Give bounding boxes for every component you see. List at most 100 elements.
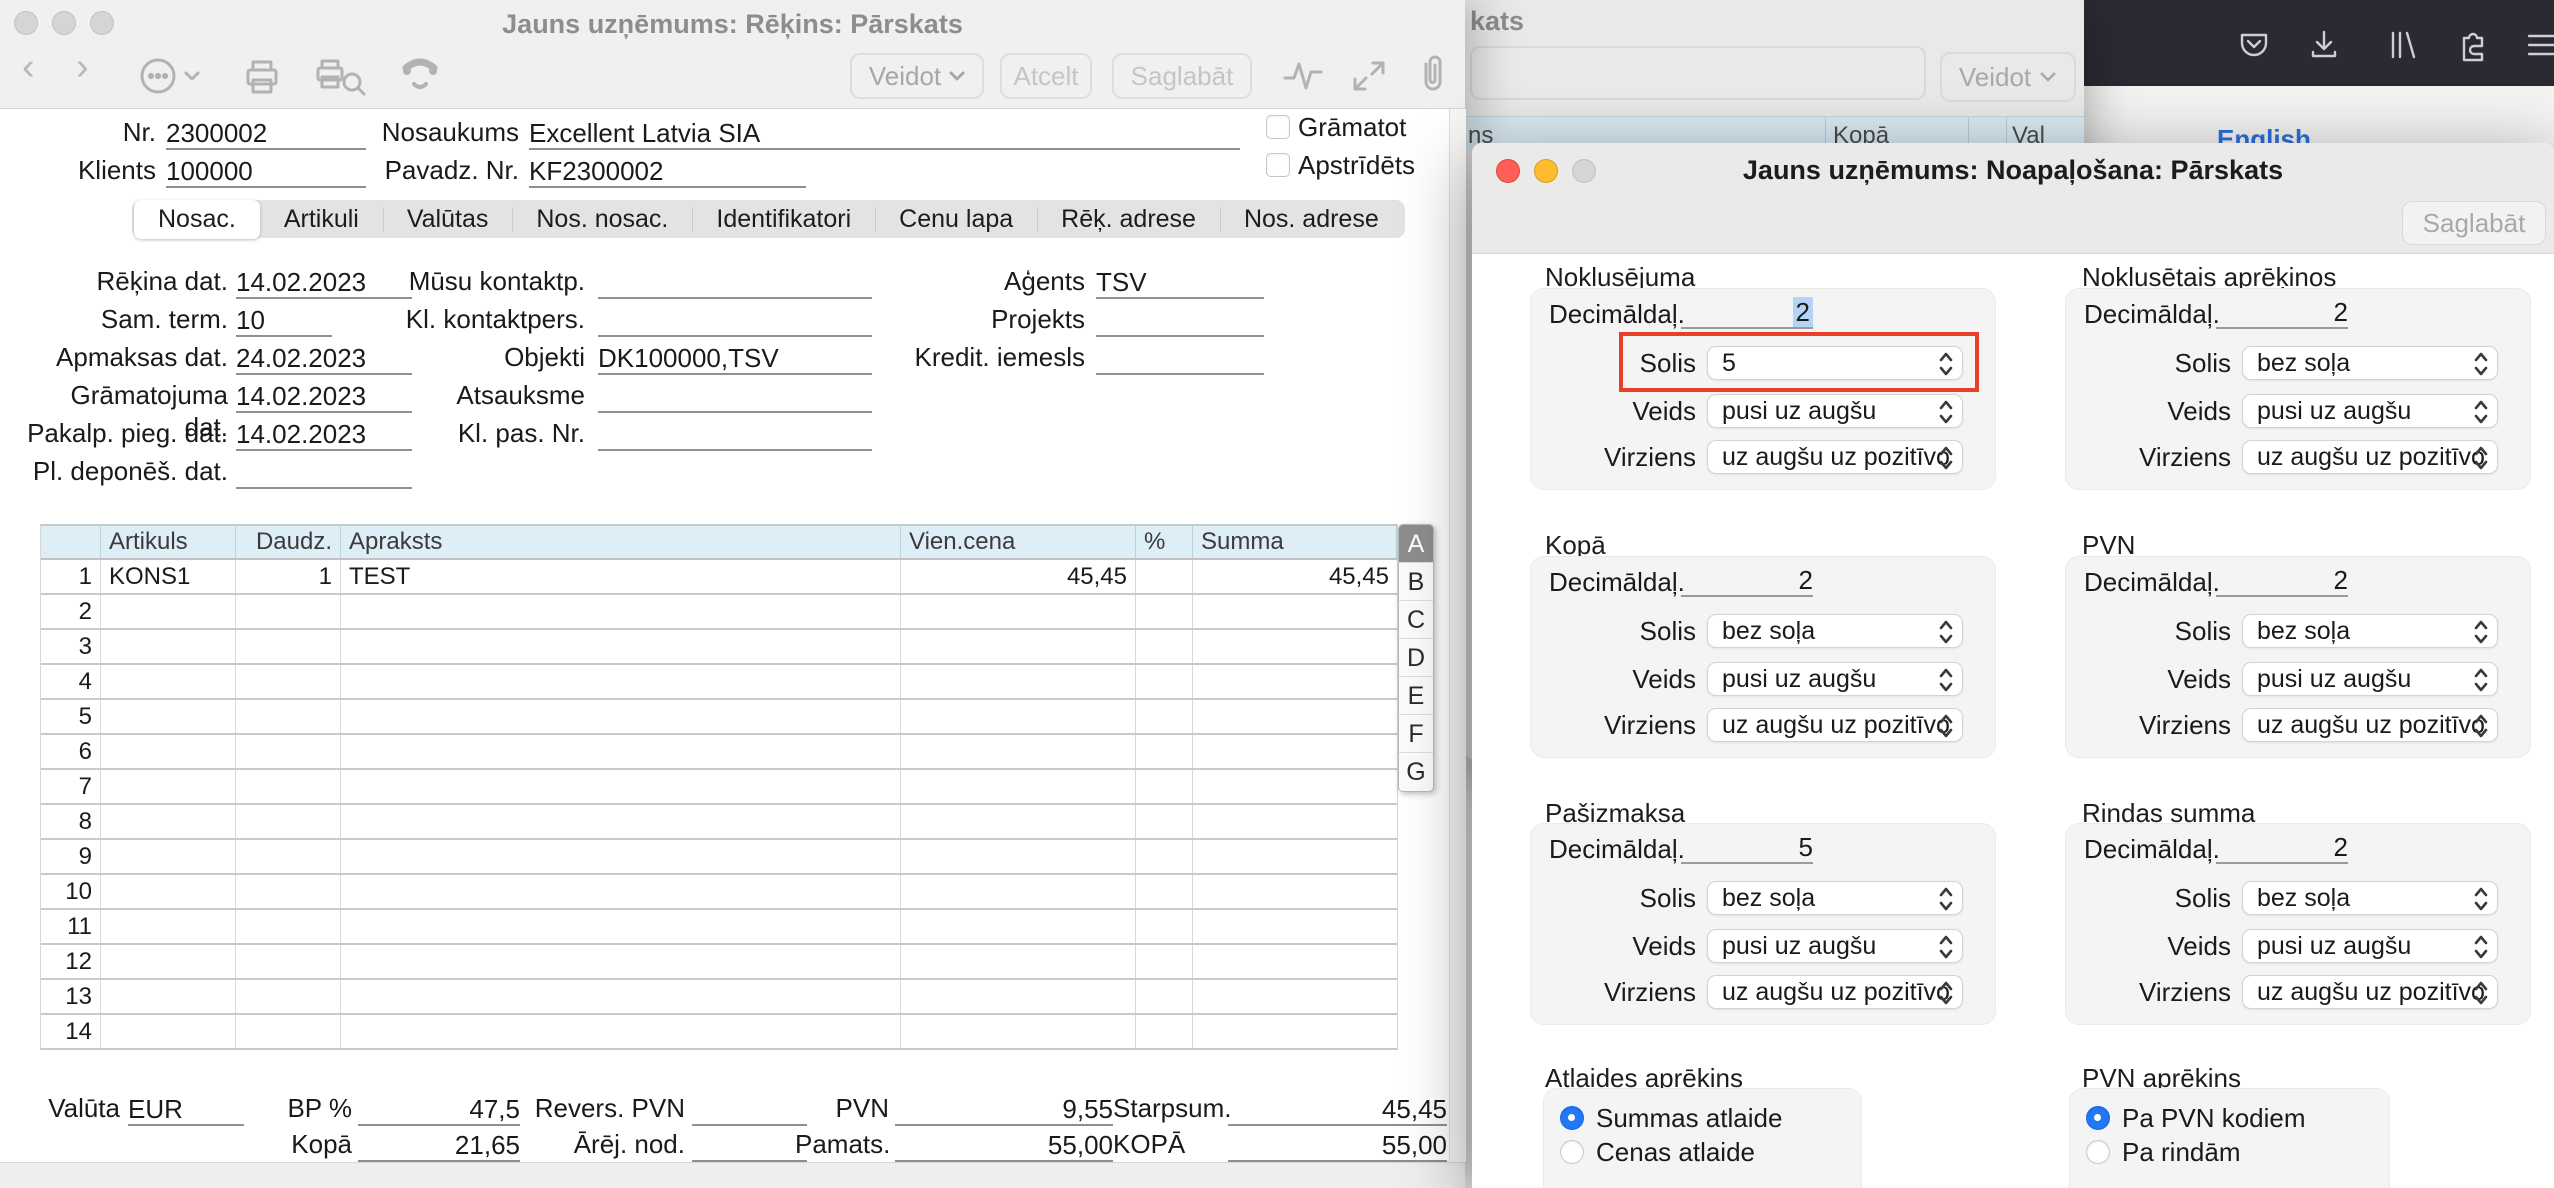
table-cell[interactable]	[341, 630, 901, 663]
table-cell[interactable]	[901, 700, 1136, 733]
table-cell[interactable]	[236, 1015, 341, 1048]
table-row[interactable]: 12	[41, 945, 1397, 980]
table-cell[interactable]	[101, 1015, 236, 1048]
table-cell[interactable]: TEST	[341, 560, 901, 593]
column-header[interactable]: Vien.cena	[901, 526, 1136, 558]
pl-depones-dat-input[interactable]	[236, 455, 412, 489]
decimals-input[interactable]: 2	[1681, 563, 1813, 597]
table-cell[interactable]: 5	[41, 700, 101, 733]
klients-input[interactable]: 100000	[166, 154, 366, 188]
tab-identifikatori[interactable]: Identifikatori	[692, 200, 875, 239]
table-cell[interactable]	[101, 945, 236, 978]
table-cell[interactable]	[1136, 595, 1193, 628]
table-cell[interactable]	[236, 910, 341, 943]
table-cell[interactable]	[1193, 700, 1397, 733]
direction-select[interactable]: uz augšu uz pozitīvo	[2242, 975, 2498, 1009]
table-cell[interactable]	[341, 980, 901, 1013]
table-cell[interactable]: 12	[41, 945, 101, 978]
veidot-button[interactable]: Veidot	[850, 53, 984, 99]
atsauksme-input[interactable]	[598, 379, 872, 413]
table-cell[interactable]	[1136, 770, 1193, 803]
table-cell[interactable]	[101, 805, 236, 838]
table-cell[interactable]: KONS1	[101, 560, 236, 593]
table-cell[interactable]	[341, 945, 901, 978]
table-cell[interactable]	[1193, 805, 1397, 838]
table-cell[interactable]	[101, 770, 236, 803]
table-cell[interactable]: 4	[41, 665, 101, 698]
step-select[interactable]: bez soļa	[2242, 614, 2498, 648]
musu-kontaktp-input[interactable]	[598, 265, 872, 299]
step-select[interactable]: bez soļa	[1707, 614, 1963, 648]
table-cell[interactable]: 8	[41, 805, 101, 838]
table-cell[interactable]	[1193, 980, 1397, 1013]
kl-pas-nr-input[interactable]	[598, 417, 872, 451]
table-cell[interactable]	[236, 980, 341, 1013]
type-select[interactable]: pusi uz augšu	[1707, 929, 1963, 963]
table-row[interactable]: 7	[41, 770, 1397, 805]
table-cell[interactable]	[101, 910, 236, 943]
table-cell[interactable]	[341, 875, 901, 908]
table-cell[interactable]	[901, 980, 1136, 1013]
table-cell[interactable]	[901, 840, 1136, 873]
table-cell[interactable]	[901, 1015, 1136, 1048]
table-cell[interactable]	[101, 665, 236, 698]
table-row[interactable]: 11	[41, 910, 1397, 945]
step-select[interactable]: bez soļa	[1707, 881, 1963, 915]
radio-unselected-icon[interactable]	[1560, 1140, 1584, 1164]
atcelt-button[interactable]: Atcelt	[1000, 53, 1092, 99]
table-cell[interactable]	[901, 595, 1136, 628]
column-header[interactable]: Summa	[1193, 526, 1397, 558]
activity-icon[interactable]	[1282, 56, 1324, 96]
table-cell[interactable]	[341, 700, 901, 733]
table-cell[interactable]: 10	[41, 875, 101, 908]
column-header[interactable]	[41, 526, 101, 558]
menu-icon[interactable]	[2525, 28, 2554, 62]
table-cell[interactable]	[341, 595, 901, 628]
radio-unselected-icon[interactable]	[2086, 1140, 2110, 1164]
table-cell[interactable]: 9	[41, 840, 101, 873]
table-cell[interactable]	[1193, 735, 1397, 768]
table-cell[interactable]	[901, 735, 1136, 768]
phone-icon[interactable]	[398, 54, 442, 98]
decimals-input[interactable]: 2	[2216, 830, 2348, 864]
table-row[interactable]: 3	[41, 630, 1397, 665]
agents-input[interactable]: TSV	[1096, 265, 1264, 299]
table-cell[interactable]	[236, 840, 341, 873]
table-cell[interactable]	[1136, 665, 1193, 698]
radio-option[interactable]: Summas atlaide	[1560, 1103, 1782, 1133]
apstridets-checkbox[interactable]	[1266, 153, 1290, 177]
tab-nos-adrese[interactable]: Nos. adrese	[1219, 200, 1403, 239]
table-row[interactable]: 6	[41, 735, 1397, 770]
table-cell[interactable]	[901, 665, 1136, 698]
table-cell[interactable]	[1136, 840, 1193, 873]
direction-select[interactable]: uz augšu uz pozitīvo	[1707, 440, 1963, 474]
print-preview-icon[interactable]	[312, 54, 368, 98]
decimals-input[interactable]: 5	[1681, 830, 1813, 864]
table-cell[interactable]	[101, 700, 236, 733]
table-row[interactable]: 13	[41, 980, 1397, 1015]
step-select[interactable]: bez soļa	[2242, 881, 2498, 915]
sam-term-input[interactable]: 10	[236, 303, 332, 337]
matrix-tab-b[interactable]: B	[1399, 563, 1433, 601]
direction-select[interactable]: uz augšu uz pozitīvo	[2242, 440, 2498, 474]
direction-select[interactable]: uz augšu uz pozitīvo	[1707, 708, 1963, 742]
nosaukums-input[interactable]: Excellent Latvia SIA	[529, 116, 1240, 150]
table-cell[interactable]	[1136, 735, 1193, 768]
table-cell[interactable]: 13	[41, 980, 101, 1013]
table-cell[interactable]: 1	[41, 560, 101, 593]
table-cell[interactable]	[101, 840, 236, 873]
table-cell[interactable]	[341, 735, 901, 768]
matrix-tab-f[interactable]: F	[1399, 715, 1433, 753]
column-header[interactable]: Daudz.	[236, 526, 341, 558]
table-cell[interactable]	[101, 980, 236, 1013]
table-cell[interactable]: 14	[41, 1015, 101, 1048]
table-row[interactable]: 4	[41, 665, 1397, 700]
table-cell[interactable]	[1193, 945, 1397, 978]
table-cell[interactable]	[1136, 980, 1193, 1013]
pamats-input[interactable]: 55,00	[895, 1128, 1113, 1162]
paperclip-icon[interactable]	[1412, 54, 1454, 98]
decimals-input[interactable]: 2	[1681, 295, 1813, 329]
download-icon[interactable]	[2305, 26, 2343, 64]
revers-pvn-input[interactable]	[692, 1092, 807, 1126]
table-row[interactable]: 8	[41, 805, 1397, 840]
